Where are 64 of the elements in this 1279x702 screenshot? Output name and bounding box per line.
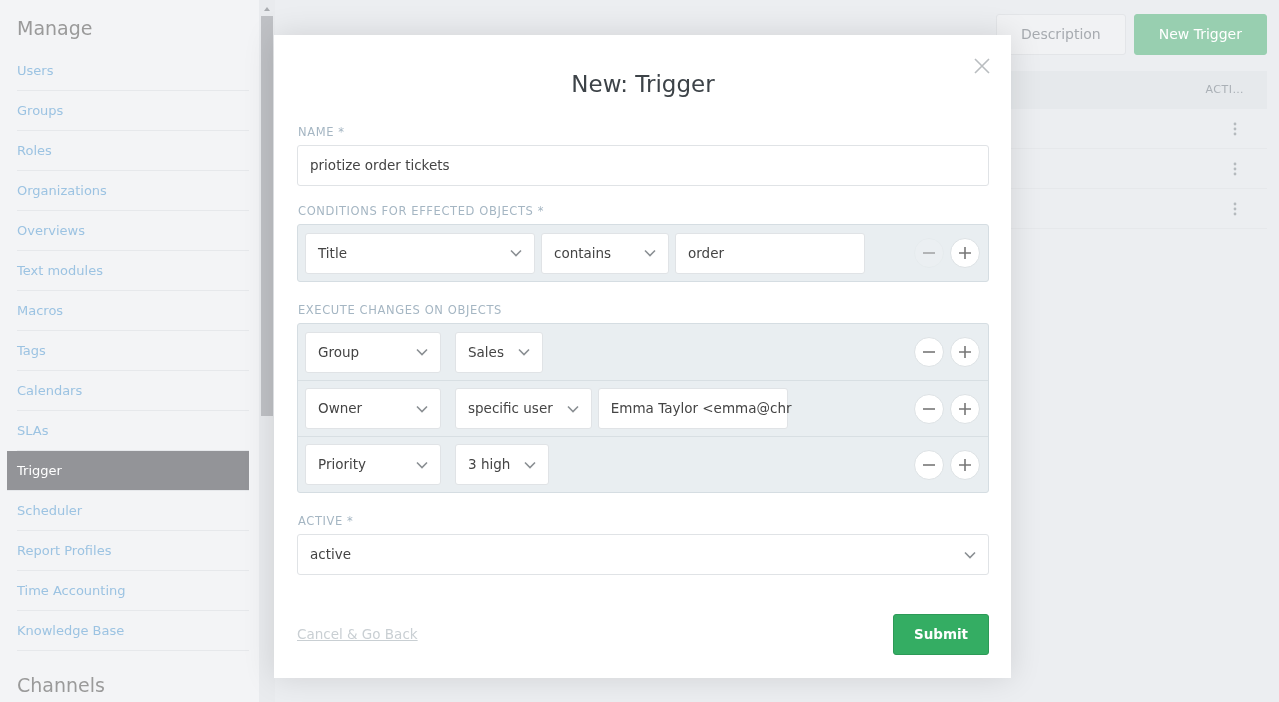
sidebar-item[interactable]: SLAs <box>17 410 249 451</box>
chevron-down-icon <box>566 404 579 413</box>
select-field[interactable]: Sales <box>455 331 543 373</box>
input-field[interactable]: order <box>675 232 865 274</box>
sidebar-item[interactable]: Groups <box>17 90 249 131</box>
chevron-down-icon <box>964 550 976 559</box>
remove-button[interactable] <box>914 393 944 424</box>
sidebar-item[interactable]: Knowledge Base <box>17 610 249 651</box>
new-trigger-button[interactable]: New Trigger <box>1133 14 1267 55</box>
remove-button[interactable] <box>914 449 944 480</box>
select-field[interactable]: Priority <box>305 444 441 485</box>
section-heading: Channels <box>16 672 106 698</box>
sidebar-item[interactable]: Users <box>17 50 249 91</box>
chevron-down-icon <box>524 460 537 469</box>
submit-button[interactable]: Submit <box>893 614 989 655</box>
close-icon <box>974 58 990 74</box>
plus-icon <box>959 402 971 415</box>
select-field[interactable]: Title <box>305 232 535 274</box>
section-heading: Manage <box>16 16 94 41</box>
plus-icon <box>959 346 971 358</box>
chevron-down-icon <box>416 460 428 469</box>
add-button[interactable] <box>950 449 980 480</box>
select-field[interactable]: active <box>297 534 989 575</box>
scrollbar-thumb[interactable] <box>261 16 273 416</box>
modal-title: New: Trigger <box>571 70 715 99</box>
more-vertical-icon[interactable] <box>1233 121 1237 136</box>
add-button[interactable] <box>950 393 980 424</box>
field-label: NAME * <box>298 124 346 140</box>
select-field[interactable]: contains <box>541 232 669 274</box>
select-field[interactable]: 3 high <box>455 444 550 485</box>
sidebar-item[interactable]: Tags <box>17 330 249 371</box>
plus-icon <box>959 247 971 259</box>
description-button[interactable]: Description <box>996 14 1126 55</box>
select-field[interactable]: Owner <box>305 388 441 429</box>
close-button[interactable] <box>974 58 990 74</box>
field-label: EXECUTE CHANGES ON OBJECTS <box>298 302 503 318</box>
more-vertical-icon[interactable] <box>1233 161 1237 176</box>
more-vertical-icon[interactable] <box>1233 201 1237 216</box>
input-field[interactable]: priotize order tickets <box>297 145 989 186</box>
remove-button[interactable] <box>914 337 944 367</box>
sidebar-item[interactable]: Text modules <box>17 250 249 291</box>
chevron-down-icon <box>644 249 656 257</box>
column-header: ACTI… <box>1205 81 1244 98</box>
sidebar-item[interactable]: Overviews <box>17 210 249 251</box>
scroll-up-icon[interactable] <box>262 5 272 13</box>
chevron-down-icon <box>416 404 428 413</box>
add-button[interactable] <box>950 238 980 268</box>
sidebar-item[interactable]: Scheduler <box>17 490 249 531</box>
sidebar-item[interactable]: Calendars <box>17 370 249 411</box>
select-field[interactable]: specific user <box>455 388 592 429</box>
chevron-down-icon <box>416 348 428 356</box>
select-field[interactable]: Group <box>305 331 441 373</box>
sidebar-item[interactable]: Organizations <box>17 170 249 211</box>
field-label: ACTIVE * <box>298 513 355 529</box>
add-button[interactable] <box>950 337 980 367</box>
plus-icon <box>959 458 971 471</box>
sidebar-item[interactable]: Report Profiles <box>17 530 249 571</box>
field-label: CONDITIONS FOR EFFECTED OBJECTS * <box>298 203 546 219</box>
sidebar-item[interactable]: Macros <box>17 290 249 331</box>
chevron-down-icon <box>510 249 522 257</box>
chevron-down-icon <box>517 348 530 356</box>
sidebar-item[interactable]: Time Accounting <box>17 570 249 611</box>
sidebar-item[interactable]: Roles <box>17 130 249 171</box>
sidebar-item[interactable]: Trigger <box>7 450 249 491</box>
